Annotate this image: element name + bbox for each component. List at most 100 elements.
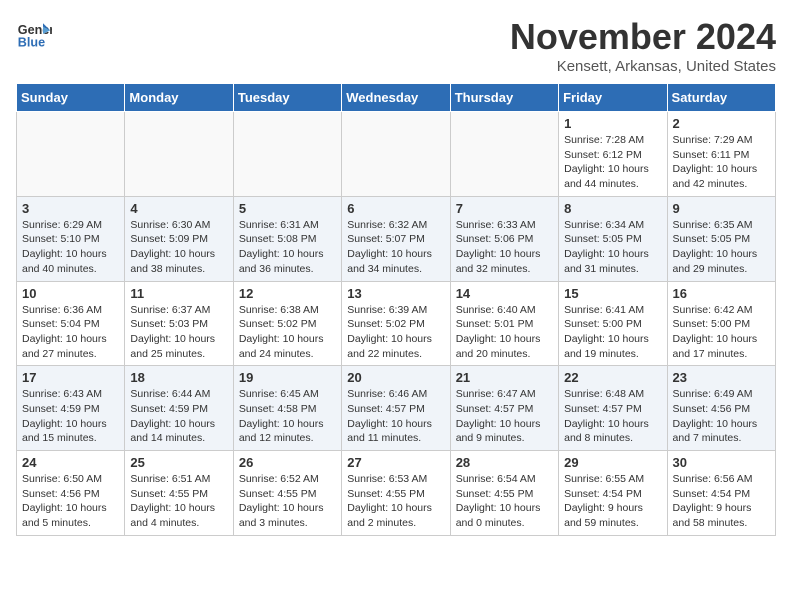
day-number: 26 [239,455,336,470]
day-number: 15 [564,286,661,301]
day-content: Sunrise: 6:44 AM Sunset: 4:59 PM Dayligh… [130,387,227,446]
day-content: Sunrise: 6:43 AM Sunset: 4:59 PM Dayligh… [22,387,119,446]
day-number: 4 [130,201,227,216]
weekday-header-friday: Friday [559,84,667,112]
calendar-cell: 2 Sunrise: 7:29 AM Sunset: 6:11 PM Daylig… [667,112,775,197]
day-number: 1 [564,116,661,131]
calendar-body: 1 Sunrise: 7:28 AM Sunset: 6:12 PM Daylig… [17,112,776,536]
day-content: Sunrise: 6:45 AM Sunset: 4:58 PM Dayligh… [239,387,336,446]
day-content: Sunrise: 7:28 AM Sunset: 6:12 PM Dayligh… [564,133,661,192]
day-content: Sunrise: 6:37 AM Sunset: 5:03 PM Dayligh… [130,303,227,362]
calendar-cell: 20 Sunrise: 6:46 AM Sunset: 4:57 PM Dayli… [342,366,450,451]
calendar-header: SundayMondayTuesdayWednesdayThursdayFrid… [17,84,776,112]
calendar-cell: 10 Sunrise: 6:36 AM Sunset: 5:04 PM Dayli… [17,281,125,366]
weekday-header-wednesday: Wednesday [342,84,450,112]
day-number: 14 [456,286,553,301]
calendar-cell: 24Sunrise: 6:50 AM Sunset: 4:56 PM Dayli… [17,451,125,536]
calendar-cell: 30 Sunrise: 6:56 AM Sunset: 4:54 PM Dayli… [667,451,775,536]
calendar-cell: 14Sunrise: 6:40 AM Sunset: 5:01 PM Dayli… [450,281,558,366]
day-content: Sunrise: 6:55 AM Sunset: 4:54 PM Dayligh… [564,472,661,531]
calendar-cell: 6Sunrise: 6:32 AM Sunset: 5:07 PM Daylig… [342,196,450,281]
calendar-cell: 16 Sunrise: 6:42 AM Sunset: 5:00 PM Dayli… [667,281,775,366]
day-content: Sunrise: 6:46 AM Sunset: 4:57 PM Dayligh… [347,387,444,446]
calendar-cell [17,112,125,197]
calendar-cell: 12Sunrise: 6:38 AM Sunset: 5:02 PM Dayli… [233,281,341,366]
day-content: Sunrise: 6:52 AM Sunset: 4:55 PM Dayligh… [239,472,336,531]
calendar-cell [125,112,233,197]
day-content: Sunrise: 6:31 AM Sunset: 5:08 PM Dayligh… [239,218,336,277]
calendar-week-2: 3Sunrise: 6:29 AM Sunset: 5:10 PM Daylig… [17,196,776,281]
calendar-cell: 13Sunrise: 6:39 AM Sunset: 5:02 PM Dayli… [342,281,450,366]
calendar-cell: 5Sunrise: 6:31 AM Sunset: 5:08 PM Daylig… [233,196,341,281]
calendar-cell: 22 Sunrise: 6:48 AM Sunset: 4:57 PM Dayli… [559,366,667,451]
day-content: Sunrise: 6:48 AM Sunset: 4:57 PM Dayligh… [564,387,661,446]
page-header: General Blue November 2024 Kensett, Arka… [16,16,776,75]
calendar-week-3: 10 Sunrise: 6:36 AM Sunset: 5:04 PM Dayli… [17,281,776,366]
day-number: 25 [130,455,227,470]
day-content: Sunrise: 6:47 AM Sunset: 4:57 PM Dayligh… [456,387,553,446]
calendar-cell: 26 Sunrise: 6:52 AM Sunset: 4:55 PM Dayli… [233,451,341,536]
day-number: 12 [239,286,336,301]
location: Kensett, Arkansas, United States [510,58,776,75]
calendar-cell: 15Sunrise: 6:41 AM Sunset: 5:00 PM Dayli… [559,281,667,366]
calendar-cell: 1 Sunrise: 7:28 AM Sunset: 6:12 PM Daylig… [559,112,667,197]
day-number: 30 [673,455,770,470]
logo-icon: General Blue [16,16,52,52]
day-number: 10 [22,286,119,301]
day-number: 24 [22,455,119,470]
weekday-header-saturday: Saturday [667,84,775,112]
day-number: 13 [347,286,444,301]
weekday-header-sunday: Sunday [17,84,125,112]
day-number: 29 [564,455,661,470]
day-number: 19 [239,370,336,385]
calendar-cell: 17 Sunrise: 6:43 AM Sunset: 4:59 PM Dayli… [17,366,125,451]
weekday-header-monday: Monday [125,84,233,112]
calendar-cell: 4 Sunrise: 6:30 AM Sunset: 5:09 PM Daylig… [125,196,233,281]
day-number: 2 [673,116,770,131]
day-content: Sunrise: 6:53 AM Sunset: 4:55 PM Dayligh… [347,472,444,531]
logo: General Blue [16,16,52,52]
day-number: 23 [673,370,770,385]
calendar-week-4: 17 Sunrise: 6:43 AM Sunset: 4:59 PM Dayli… [17,366,776,451]
day-number: 17 [22,370,119,385]
day-content: Sunrise: 6:49 AM Sunset: 4:56 PM Dayligh… [673,387,770,446]
day-content: Sunrise: 6:29 AM Sunset: 5:10 PM Dayligh… [22,218,119,277]
day-content: Sunrise: 6:30 AM Sunset: 5:09 PM Dayligh… [130,218,227,277]
calendar-cell: 25 Sunrise: 6:51 AM Sunset: 4:55 PM Dayli… [125,451,233,536]
day-content: Sunrise: 6:34 AM Sunset: 5:05 PM Dayligh… [564,218,661,277]
calendar-cell: 18 Sunrise: 6:44 AM Sunset: 4:59 PM Dayli… [125,366,233,451]
calendar-cell: 8 Sunrise: 6:34 AM Sunset: 5:05 PM Daylig… [559,196,667,281]
day-content: Sunrise: 6:35 AM Sunset: 5:05 PM Dayligh… [673,218,770,277]
day-number: 28 [456,455,553,470]
day-content: Sunrise: 6:42 AM Sunset: 5:00 PM Dayligh… [673,303,770,362]
calendar-week-1: 1 Sunrise: 7:28 AM Sunset: 6:12 PM Daylig… [17,112,776,197]
day-content: Sunrise: 6:33 AM Sunset: 5:06 PM Dayligh… [456,218,553,277]
calendar-cell: 9 Sunrise: 6:35 AM Sunset: 5:05 PM Daylig… [667,196,775,281]
day-number: 22 [564,370,661,385]
month-title: November 2024 [510,16,776,58]
day-number: 9 [673,201,770,216]
day-content: Sunrise: 6:51 AM Sunset: 4:55 PM Dayligh… [130,472,227,531]
title-area: November 2024 Kensett, Arkansas, United … [510,16,776,75]
day-content: Sunrise: 7:29 AM Sunset: 6:11 PM Dayligh… [673,133,770,192]
calendar-cell: 23 Sunrise: 6:49 AM Sunset: 4:56 PM Dayli… [667,366,775,451]
svg-text:Blue: Blue [18,36,45,50]
calendar-week-5: 24Sunrise: 6:50 AM Sunset: 4:56 PM Dayli… [17,451,776,536]
day-content: Sunrise: 6:36 AM Sunset: 5:04 PM Dayligh… [22,303,119,362]
calendar-cell: 28 Sunrise: 6:54 AM Sunset: 4:55 PM Dayli… [450,451,558,536]
day-content: Sunrise: 6:56 AM Sunset: 4:54 PM Dayligh… [673,472,770,531]
calendar-cell [342,112,450,197]
calendar-cell: 19 Sunrise: 6:45 AM Sunset: 4:58 PM Dayli… [233,366,341,451]
weekday-header-thursday: Thursday [450,84,558,112]
calendar-cell [233,112,341,197]
day-number: 16 [673,286,770,301]
day-number: 7 [456,201,553,216]
day-number: 11 [130,286,227,301]
day-number: 8 [564,201,661,216]
day-number: 27 [347,455,444,470]
calendar-cell: 27 Sunrise: 6:53 AM Sunset: 4:55 PM Dayli… [342,451,450,536]
weekday-header-tuesday: Tuesday [233,84,341,112]
day-number: 18 [130,370,227,385]
day-content: Sunrise: 6:54 AM Sunset: 4:55 PM Dayligh… [456,472,553,531]
day-number: 20 [347,370,444,385]
